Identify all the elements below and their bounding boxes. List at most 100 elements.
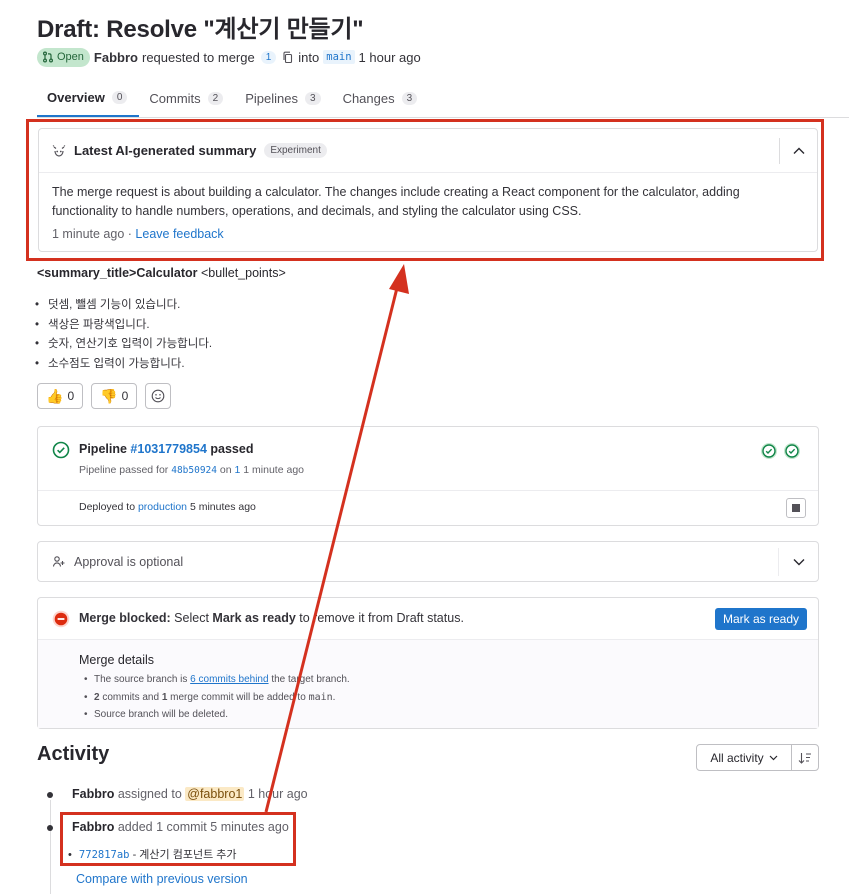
leave-feedback-link[interactable]: Leave feedback [135, 227, 223, 241]
activity-time: 5 minutes ago [210, 820, 289, 834]
blocked-icon [52, 610, 70, 628]
detail-2-n2: 1 [161, 691, 168, 703]
approval-row: Approval is optional [52, 555, 183, 569]
commits-behind-link[interactable]: 6 commits behind [190, 674, 268, 685]
pipeline-subtitle: Pipeline passed for 48b50924 on 1 1 minu… [79, 464, 304, 476]
activity-filter-dropdown[interactable]: All activity [696, 744, 792, 771]
copy-icon[interactable] [282, 51, 294, 64]
pipeline-sub-on: on [219, 464, 232, 476]
commit-entry: • 772817ab - 계산기 컴포넌트 추가 [68, 846, 237, 862]
activity-action: assigned to [117, 787, 182, 801]
user-mention[interactable]: @fabbro1 [185, 787, 245, 801]
commit-count-chip[interactable]: 1 [260, 50, 277, 64]
activity-author[interactable]: Fabbro [72, 787, 114, 801]
ai-summary-time: 1 minute ago [52, 227, 125, 241]
pipeline-id-link[interactable]: #1031779854 [130, 442, 206, 456]
expand-approvals-button[interactable] [778, 548, 818, 576]
tab-changes[interactable]: Changes 3 [333, 80, 430, 117]
ai-summary-footer: 1 minute ago · Leave feedback [52, 227, 224, 241]
tab-count: 0 [111, 91, 128, 104]
list-item: Source branch will be deleted. [94, 706, 350, 724]
approval-widget[interactable]: Approval is optional [37, 541, 819, 582]
ai-summary-title: Latest AI-generated summary [74, 143, 257, 158]
thumbs-up-icon: 👍 [46, 387, 64, 404]
ref-link[interactable]: 1 [235, 464, 241, 476]
chevron-down-icon [769, 755, 778, 760]
tab-overview[interactable]: Overview 0 [37, 80, 140, 117]
status-badge: Open [37, 47, 90, 67]
mark-ready-bold: Mark as ready [212, 611, 296, 625]
stage-success-icon[interactable] [760, 442, 778, 460]
deploy-time: 5 minutes ago [189, 501, 256, 513]
merge-text-2: to remove it from Draft status. [299, 611, 464, 625]
tanuki-ai-icon [52, 144, 66, 157]
merge-details-title: Merge details [79, 653, 155, 667]
merge-text-1: Select [174, 611, 209, 625]
stage-success-icon[interactable] [783, 442, 801, 460]
mr-tabs: Overview 0 Commits 2 Pipelines 3 Changes 3 [37, 80, 849, 118]
collapse-button[interactable] [779, 138, 817, 164]
thumbs-down-button[interactable]: 👎 0 [91, 383, 138, 409]
tab-label: Changes [342, 91, 395, 106]
chevron-down-icon [793, 559, 804, 566]
tab-count: 2 [207, 92, 224, 105]
mark-as-ready-button[interactable]: Mark as ready [714, 608, 807, 630]
merge-widget: Merge blocked: Select Mark as ready to r… [37, 597, 819, 729]
sort-icon [798, 752, 811, 764]
chevron-up-icon [793, 147, 804, 154]
tab-label: Pipelines [245, 91, 298, 106]
merge-status-row: Merge blocked: Select Mark as ready to r… [38, 598, 818, 640]
time-ago: 1 hour ago [358, 49, 421, 65]
tab-count: 3 [305, 92, 321, 105]
merge-details-list: The source branch is 6 commits behind th… [94, 671, 350, 724]
list-item: The source branch is 6 commits behind th… [94, 671, 350, 689]
thumbs-up-button[interactable]: 👍 0 [37, 383, 84, 409]
activity-action: added 1 commit [117, 820, 207, 834]
thumbs-up-count: 0 [67, 389, 75, 403]
activity-heading: Activity [37, 743, 110, 765]
timeline-dot [47, 825, 53, 831]
add-reaction-button[interactable] [145, 383, 172, 409]
commit-separator: - [132, 849, 137, 861]
activity-author[interactable]: Fabbro [72, 820, 114, 834]
commit-sha-link[interactable]: 772817ab [79, 849, 130, 861]
pipeline-title: Pipeline #1031779854 passed [79, 442, 253, 456]
detail-2-n1: 2 [94, 691, 100, 703]
author-link[interactable]: Fabbro [94, 50, 138, 65]
description-summary: <summary_title>Calculator <bullet_points… [37, 266, 286, 280]
compare-version-link[interactable]: Compare with previous version [76, 872, 248, 886]
target-branch[interactable]: main [323, 50, 355, 64]
experiment-badge: Experiment [264, 143, 327, 158]
separator: · [127, 227, 132, 241]
detail-2-branch: main [308, 691, 333, 703]
deployment-info: Deployed to production 5 minutes ago [79, 501, 256, 513]
tab-count: 3 [401, 92, 418, 105]
requested-text: requested to merge [141, 49, 255, 65]
activity-item: Fabbro added 1 commit 5 minutes ago [72, 820, 289, 834]
merge-request-icon [43, 51, 53, 63]
environment-link[interactable]: production [138, 501, 187, 513]
deploy-prefix: Deployed to [79, 501, 136, 513]
tab-pipelines[interactable]: Pipelines 3 [235, 80, 332, 117]
ai-summary-header: Latest AI-generated summary Experiment [39, 129, 817, 173]
tab-label: Overview [47, 90, 105, 105]
sort-direction-button[interactable] [791, 744, 819, 771]
commit-message: 계산기 컴포넌트 추가 [139, 849, 237, 861]
stop-environment-button[interactable] [786, 498, 806, 518]
activity-filter-label: All activity [710, 750, 764, 765]
list-item: 소수점도 입력이 가능합니다. [47, 355, 212, 375]
bullet: • [68, 849, 72, 861]
status-success-icon[interactable] [52, 441, 70, 459]
list-item: 색상은 파랑색입니다. [47, 316, 212, 336]
pipeline-header: Pipeline #1031779854 passed Pipeline pas… [38, 427, 818, 491]
smiley-icon [151, 389, 165, 403]
tab-commits[interactable]: Commits 2 [139, 80, 235, 117]
bullet-tag: <bullet_points> [200, 266, 286, 280]
pipeline-label: Pipeline [79, 442, 127, 456]
list-item: 2 commits and 1 merge commit will be add… [94, 689, 350, 707]
merge-details: Merge details The source branch is 6 com… [38, 640, 818, 728]
commit-sha-link[interactable]: 48b50924 [171, 465, 217, 476]
summary-title: Calculator [136, 266, 198, 280]
pipeline-widget: Pipeline #1031779854 passed Pipeline pas… [37, 426, 819, 526]
approval-icon [52, 556, 65, 567]
